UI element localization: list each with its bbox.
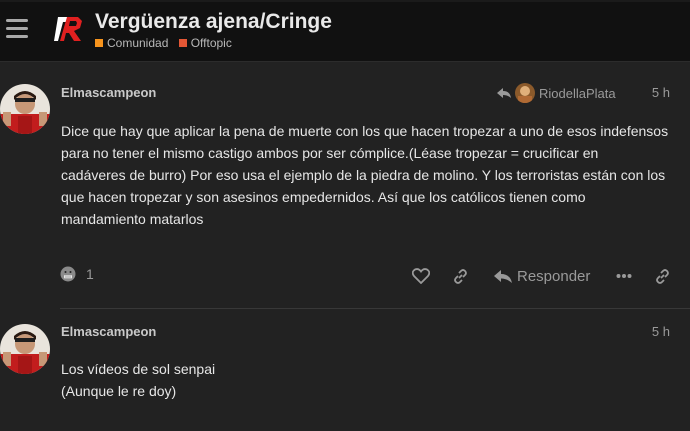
reply-button[interactable]: Responder [494, 266, 590, 286]
reply-to-username: RiodellaPlata [539, 85, 616, 101]
category-name: Offtopic [190, 36, 232, 50]
heart-icon [412, 268, 430, 284]
post: Elmascampeon 5 h Los vídeos de sol senpa… [0, 308, 690, 431]
category-list: Comunidad Offtopic [95, 36, 239, 50]
post-body-line: (Aunque le re doy) [61, 383, 177, 399]
reaction-count: 1 [86, 266, 94, 282]
category-color-square [95, 39, 103, 47]
user-avatar[interactable] [0, 324, 50, 374]
category-name: Comunidad [107, 36, 169, 50]
reply-icon [494, 269, 512, 283]
top-border [0, 0, 690, 2]
post-actions: 1 Responder [0, 262, 690, 290]
site-logo-icon[interactable] [54, 15, 84, 43]
post-timestamp[interactable]: 5 h [652, 85, 670, 100]
post-username[interactable]: Elmascampeon [61, 85, 156, 100]
post-body-line: Los vídeos de sol senpai [61, 361, 216, 377]
post-body: Dice que hay que aplicar la pena de muer… [61, 120, 671, 230]
category-badge-offtopic[interactable]: Offtopic [178, 36, 232, 50]
post: Elmascampeon RiodellaPlata 5 h Dice que … [0, 62, 690, 308]
category-badge-comunidad[interactable]: Comunidad [95, 36, 168, 50]
post-body: Los vídeos de sol senpai (Aunque le re d… [61, 358, 671, 402]
reply-to-indicator[interactable]: RiodellaPlata [497, 83, 616, 103]
post-body-line: que hacen tropezar y son asesinos empede… [61, 189, 586, 205]
post-timestamp[interactable]: 5 h [652, 324, 670, 339]
link-icon [656, 268, 669, 284]
post-body-line: cadáveres de burro) Por eso usa el ejemp… [61, 167, 666, 183]
post-body-line: Dice que hay que aplicar la pena de muer… [61, 123, 669, 139]
user-avatar[interactable] [0, 84, 50, 134]
reply-arrow-icon [497, 88, 511, 98]
hamburger-menu-icon[interactable] [6, 19, 28, 39]
like-button[interactable] [412, 266, 430, 286]
reply-button-label: Responder [517, 267, 591, 285]
more-options-button[interactable] [616, 266, 632, 286]
topic-title[interactable]: Vergüenza ajena/Cringe [95, 10, 332, 34]
copy-link-button[interactable] [452, 266, 469, 286]
link-icon [454, 268, 467, 284]
ellipsis-icon [616, 274, 632, 278]
topic-header: Vergüenza ajena/Cringe Comunidad Offtopi… [0, 0, 690, 62]
grimacing-face-icon [60, 266, 76, 282]
post-username[interactable]: Elmascampeon [61, 324, 156, 339]
reaction-summary[interactable]: 1 [60, 266, 94, 282]
post-body-line: para no tener el mismo castigo ambos por… [61, 145, 599, 161]
share-button[interactable] [654, 266, 671, 286]
post-body-line: mandamiento matarlos [61, 211, 204, 227]
post-divider [60, 308, 690, 309]
reply-to-avatar [515, 83, 535, 103]
category-color-square [178, 39, 187, 47]
